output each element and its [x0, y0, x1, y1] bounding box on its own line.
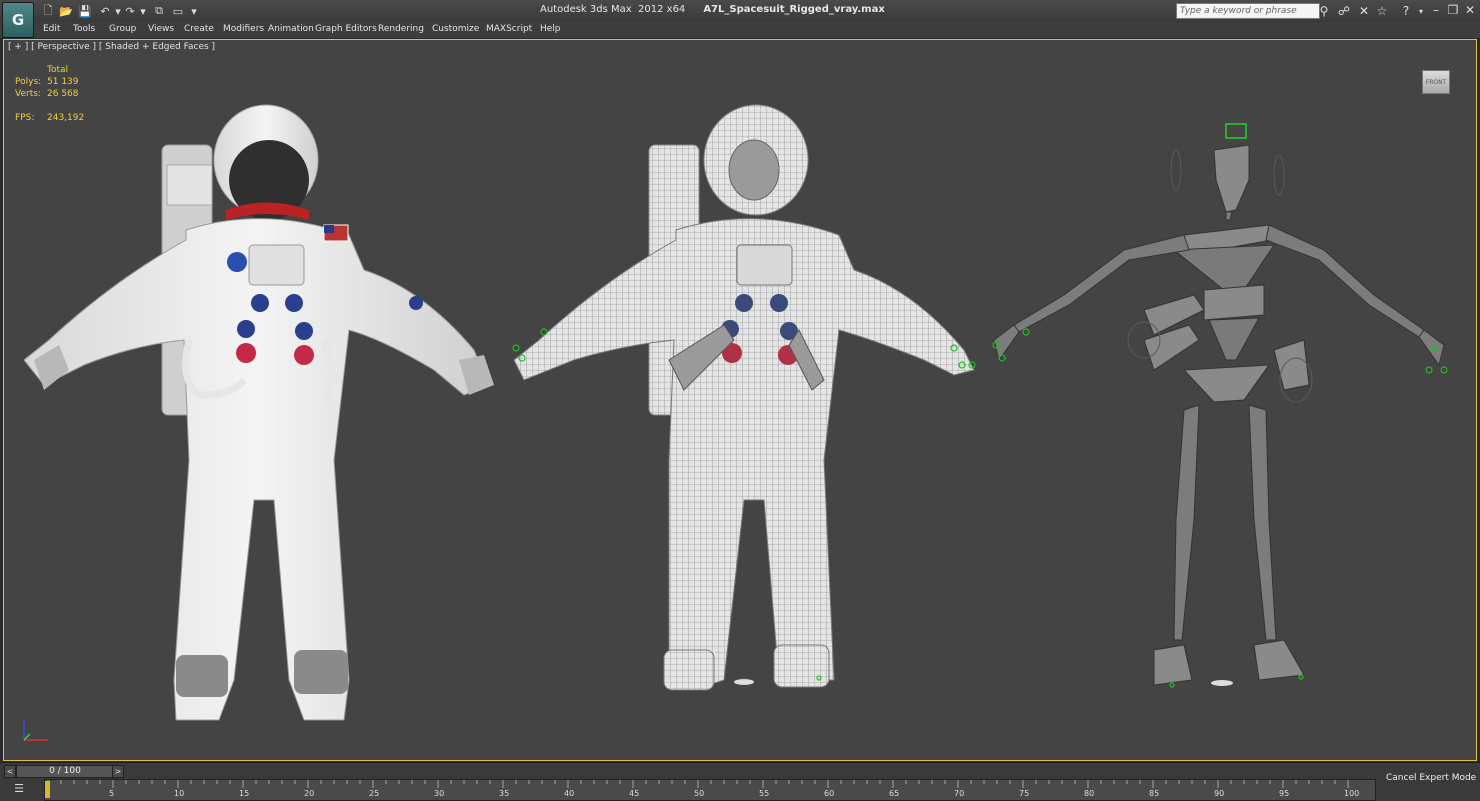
- menu-bar: Edit Tools Group Views Create Modifiers …: [0, 22, 1480, 38]
- close-icon[interactable]: ✕: [1462, 2, 1478, 18]
- cancel-expert-mode-button[interactable]: Cancel Expert Mode: [1386, 773, 1476, 783]
- menu-edit[interactable]: Edit: [43, 24, 60, 34]
- track-tick-label: 10: [174, 789, 185, 798]
- new-file-icon[interactable]: 🗋: [40, 3, 56, 19]
- track-tick-label: 85: [1149, 789, 1160, 798]
- time-slider-next-button[interactable]: >: [112, 765, 124, 778]
- track-tick-label: 70: [954, 789, 965, 798]
- track-tick-label: 25: [369, 789, 380, 798]
- textured-astronaut-model[interactable]: [23, 104, 494, 721]
- track-tick-label: 55: [759, 789, 770, 798]
- timeline-bar: < 0 / 100 > ☰ 5 10 15 20 25 30 35 40 45 50 55 60 65 7…: [0, 762, 1480, 801]
- app-logo-icon: G: [11, 11, 25, 29]
- track-tick-label: 95: [1279, 789, 1290, 798]
- track-tick-label: 80: [1084, 789, 1095, 798]
- menu-customize[interactable]: Customize: [432, 24, 479, 34]
- track-tick-label: 90: [1214, 789, 1225, 798]
- quick-access-dropdown-icon[interactable]: ▾: [186, 3, 202, 19]
- time-cursor[interactable]: [45, 781, 50, 798]
- minimize-icon[interactable]: –: [1428, 2, 1444, 18]
- menu-maxscript[interactable]: MAXScript: [486, 24, 532, 34]
- menu-graph-editors[interactable]: Graph Editors: [315, 24, 377, 34]
- help-icon[interactable]: ?: [1398, 3, 1414, 19]
- favorites-star-icon[interactable]: ☆: [1374, 3, 1390, 19]
- track-tick-label: 20: [304, 789, 315, 798]
- search-input[interactable]: [1176, 3, 1320, 19]
- time-slider-prev-button[interactable]: <: [4, 765, 16, 778]
- axis-tripod-icon: [23, 720, 48, 741]
- title-bar: G 🗋 📂 💾 ↶ ▾ ↷ ▾ ⧉ ▭ ▾ Autodesk 3ds Max 2…: [0, 0, 1480, 38]
- track-tick-label: 75: [1019, 789, 1030, 798]
- binoculars-icon[interactable]: ⚲: [1316, 3, 1332, 19]
- subscription-center-icon[interactable]: ✕: [1356, 3, 1372, 19]
- menu-tools[interactable]: Tools: [73, 24, 95, 34]
- track-tick-label: 40: [564, 789, 575, 798]
- menu-help[interactable]: Help: [540, 24, 561, 34]
- window-title: Autodesk 3ds Max 2012 x64 A7L_Spacesuit_R…: [540, 4, 885, 15]
- track-bar-toggle-icon[interactable]: ☰: [10, 780, 28, 796]
- menu-animation[interactable]: Animation: [268, 24, 314, 34]
- menu-views[interactable]: Views: [148, 24, 174, 34]
- app-title: Autodesk 3ds Max 2012 x64: [540, 4, 686, 15]
- restore-icon[interactable]: ❐: [1445, 2, 1461, 18]
- track-bar[interactable]: 5 10 15 20 25 30 35 40 45 50 55 60 65 70 75 80 85 90 95 100: [44, 779, 1376, 801]
- open-file-icon[interactable]: 📂: [58, 3, 74, 19]
- track-tick-label: 65: [889, 789, 900, 798]
- wireframe-astronaut-model[interactable]: [512, 104, 976, 691]
- redo-dropdown-icon[interactable]: ▾: [135, 3, 151, 19]
- save-icon[interactable]: 💾: [77, 3, 93, 19]
- communication-center-icon[interactable]: ☍: [1336, 3, 1352, 19]
- track-tick-label: 35: [499, 789, 510, 798]
- help-dropdown-icon[interactable]: ▾: [1413, 3, 1429, 19]
- track-tick-label: 60: [824, 789, 835, 798]
- track-tick-label: 15: [239, 789, 250, 798]
- menu-rendering[interactable]: Rendering: [378, 24, 424, 34]
- fetch-icon[interactable]: ▭: [170, 3, 186, 19]
- menu-group[interactable]: Group: [109, 24, 136, 34]
- file-name: A7L_Spacesuit_Rigged_vray.max: [703, 4, 885, 15]
- perspective-viewport[interactable]: [ + ] [ Perspective ] [ Shaded + Edged F…: [3, 39, 1477, 761]
- track-tick-label: 30: [434, 789, 445, 798]
- time-slider[interactable]: 0 / 100: [16, 765, 114, 778]
- track-tick-label: 50: [694, 789, 705, 798]
- time-slider-text: 0 / 100: [49, 766, 81, 776]
- track-tick-label: 5: [109, 789, 115, 798]
- track-tick-label: 100: [1344, 789, 1360, 798]
- menu-modifiers[interactable]: Modifiers: [223, 24, 264, 34]
- bone-rig-model[interactable]: [992, 123, 1448, 688]
- track-tick-label: 45: [629, 789, 640, 798]
- hold-icon[interactable]: ⧉: [151, 3, 167, 19]
- scene-figures: [23, 104, 1448, 741]
- app-menu-button[interactable]: G: [2, 2, 34, 38]
- menu-create[interactable]: Create: [184, 24, 214, 34]
